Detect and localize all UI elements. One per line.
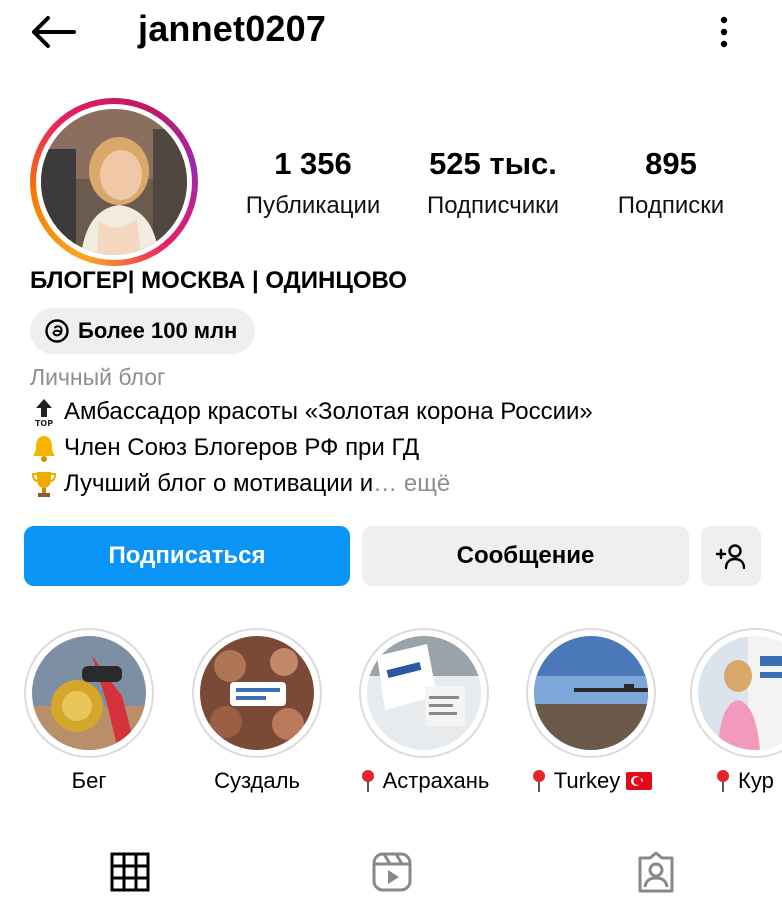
- profile-category: Личный блог: [30, 364, 166, 390]
- pin-icon: [717, 770, 729, 792]
- top-bar: jannet0207: [0, 0, 782, 62]
- highlight-label: Бег: [71, 768, 107, 793]
- stat-followers[interactable]: 525 тыс. Подписчики: [408, 146, 578, 220]
- highlight-label: Turkey: [553, 768, 621, 793]
- story-highlight[interactable]: Кур: [690, 628, 782, 794]
- story-ring[interactable]: [30, 98, 198, 266]
- bio-line-text: Лучший блог о мотивации и: [64, 470, 374, 497]
- avatar[interactable]: [41, 109, 187, 255]
- profile-name: БЛОГЕР| МОСКВА | ОДИНЦОВО: [30, 267, 407, 294]
- bio-line: TOP Амбассадор красоты «Золотая корона Р…: [30, 397, 593, 427]
- avatar-photo: [41, 109, 187, 255]
- stat-following[interactable]: 895 Подписки: [600, 146, 742, 220]
- svg-text:TOP: TOP: [35, 419, 53, 427]
- threads-badge-label: Более 100 млн: [78, 318, 238, 343]
- stat-following-label: Подписки: [617, 192, 725, 219]
- story-highlight[interactable]: Суздаль: [187, 628, 327, 794]
- stat-posts-value: 1 356: [274, 146, 352, 181]
- threads-icon: [45, 319, 69, 343]
- bio-line: Лучший блог о мотивации и… ещё: [30, 469, 450, 499]
- follow-button[interactable]: Подписаться: [24, 526, 350, 586]
- highlight-cover: [32, 636, 146, 750]
- highlight-cover: [200, 636, 314, 750]
- stat-followers-label: Подписчики: [426, 192, 560, 219]
- highlight-cover: [698, 636, 782, 750]
- add-user-icon: [715, 544, 746, 570]
- suggested-users-button[interactable]: [701, 526, 761, 586]
- tagged-icon[interactable]: [634, 850, 678, 894]
- story-highlight[interactable]: Бег: [19, 628, 159, 794]
- highlight-label: Суздаль: [214, 768, 300, 793]
- highlight-label: Астрахань: [382, 768, 490, 793]
- pin-icon: [532, 770, 545, 792]
- arrow-left-icon[interactable]: [28, 14, 80, 50]
- reels-icon[interactable]: [370, 850, 414, 894]
- highlight-label: Кур: [738, 768, 774, 793]
- pin-icon: [361, 770, 374, 792]
- grid-icon[interactable]: [108, 850, 152, 894]
- story-highlight[interactable]: Астрахань: [354, 628, 494, 794]
- profile-username: jannet0207: [138, 8, 327, 49]
- turkey-flag-icon: [626, 772, 653, 790]
- stat-following-value: 895: [645, 146, 697, 181]
- bio-line-text: Амбассадор красоты «Золотая корона Росси…: [64, 398, 593, 425]
- stat-posts[interactable]: 1 356 Публикации: [232, 146, 394, 220]
- threads-badge[interactable]: Более 100 млн: [30, 308, 256, 354]
- top-arrow-emoji: TOP: [35, 399, 53, 427]
- highlight-cover: [534, 636, 648, 750]
- trophy-emoji: [31, 472, 57, 497]
- more-vertical-icon[interactable]: [712, 14, 736, 50]
- story-highlight[interactable]: Turkey: [521, 628, 661, 794]
- bio-more-link[interactable]: … ещё: [373, 470, 450, 498]
- message-button[interactable]: Сообщение: [362, 526, 689, 586]
- stat-posts-label: Публикации: [245, 192, 381, 219]
- stat-followers-value: 525 тыс.: [429, 146, 557, 181]
- highlight-cover: [367, 636, 481, 750]
- bio-line: Член Союз Блогеров РФ при ГД: [30, 433, 419, 463]
- profile-tabs: [0, 840, 782, 900]
- bio-line-text: Член Союз Блогеров РФ при ГД: [64, 434, 420, 461]
- bell-emoji: [33, 436, 55, 462]
